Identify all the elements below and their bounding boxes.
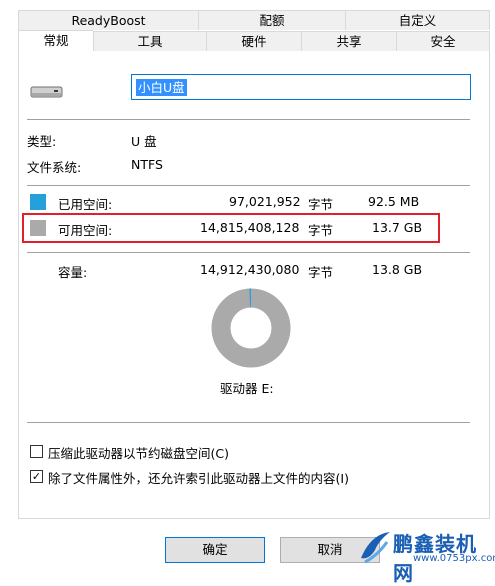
tab-customize[interactable]: 自定义 — [345, 10, 490, 30]
ok-button[interactable]: 确定 — [165, 537, 265, 563]
used-space-size: 92.5 MB — [368, 194, 419, 209]
tab-sharing[interactable]: 共享 — [301, 31, 396, 51]
watermark-url: www.0753px.com — [413, 553, 495, 564]
compress-label: 压缩此驱动器以节约磁盘空间(C) — [48, 443, 229, 462]
type-label: 类型: — [27, 131, 56, 150]
tab-security[interactable]: 安全 — [396, 31, 490, 51]
tab-hardware[interactable]: 硬件 — [206, 31, 301, 51]
tab-tools[interactable]: 工具 — [93, 31, 206, 51]
divider — [27, 252, 470, 253]
divider — [27, 422, 470, 423]
used-space-swatch — [30, 194, 46, 210]
compress-checkbox[interactable] — [30, 445, 43, 458]
index-checkbox[interactable]: ✓ — [30, 470, 43, 483]
tab-general[interactable]: 常规 — [18, 30, 93, 52]
index-label: 除了文件属性外，还允许索引此驱动器上文件的内容(I) — [48, 468, 349, 487]
properties-dialog: ReadyBoost 配额 自定义 常规 工具 硬件 共享 安全 小白U盘 类型… — [0, 0, 495, 569]
highlight-box — [22, 213, 440, 243]
tab-spacer — [0, 10, 18, 30]
filesystem-value: NTFS — [131, 157, 163, 172]
watermark-logo-icon — [357, 528, 393, 566]
capacity-bytes: 14,912,430,080 — [200, 262, 299, 277]
usb-drive-icon — [30, 84, 64, 100]
drive-name-input[interactable]: 小白U盘 — [131, 74, 471, 100]
used-space-label: 已用空间: — [58, 194, 112, 213]
capacity-size: 13.8 GB — [372, 262, 422, 277]
capacity-label: 容量: — [58, 262, 87, 281]
filesystem-label: 文件系统: — [27, 157, 81, 176]
drive-name-text: 小白U盘 — [136, 79, 187, 96]
type-value: U 盘 — [131, 131, 157, 150]
tab-readyboost[interactable]: ReadyBoost — [18, 10, 198, 30]
drive-letter-label: 驱动器 E: — [220, 378, 274, 397]
usage-donut-chart — [208, 288, 294, 368]
tab-row-bottom: 常规 工具 硬件 共享 安全 — [0, 31, 495, 51]
capacity-unit: 字节 — [308, 262, 333, 281]
divider — [27, 185, 470, 186]
watermark: 鹏鑫装机网 www.0753px.com — [355, 526, 495, 569]
used-space-unit: 字节 — [308, 194, 333, 213]
divider — [27, 119, 470, 120]
used-space-bytes: 97,021,952 — [229, 194, 301, 209]
tab-spacer — [0, 31, 18, 51]
tab-row-top: ReadyBoost 配额 自定义 — [0, 10, 495, 30]
tab-quota[interactable]: 配额 — [198, 10, 345, 30]
